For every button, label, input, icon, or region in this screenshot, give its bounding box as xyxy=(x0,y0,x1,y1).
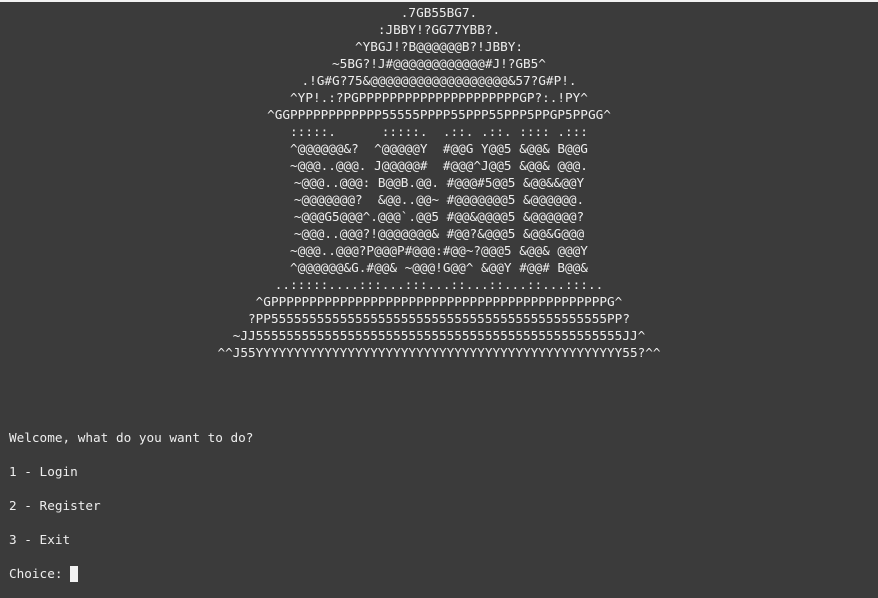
terminal-output[interactable]: .7GB55BG7. :JBBY!?GG77YBB?. ^YBGJ!?B@@@@… xyxy=(0,2,878,598)
ascii-art-line: ~JJ5555555555555555555555555555555555555… xyxy=(232,328,646,343)
ascii-art-line: ~@@@G5@@@^.@@@`.@@5 #@@&@@@@5 &@@@@@@? xyxy=(293,209,585,224)
text-cursor[interactable] xyxy=(70,565,79,582)
ascii-art-line: ^YP!.:?PGPPPPPPPPPPPPPPPPPPPPPGP?:.!PY^ xyxy=(290,90,588,105)
ascii-art-line: ~@@@..@@@: B@@B.@@. #@@@#5@@5 &@@&&@@Y xyxy=(293,175,585,190)
ascii-art-line: .!G#G?75&@@@@@@@@@@@@@@@@@@&57?G#P!. xyxy=(301,73,577,88)
ascii-art-line: ^GPPPPPPPPPPPPPPPPPPPPPPPPPPPPPPPPPPPPPP… xyxy=(255,294,623,309)
ascii-art-line: ^GGPPPPPPPPPPPP55555PPPP55PPP55PPP5PPGP5… xyxy=(267,107,611,122)
terminal-window: .7GB55BG7. :JBBY!?GG77YBB?. ^YBGJ!?B@@@@… xyxy=(0,0,878,598)
ascii-art-line: :::::. :::::. .::. .::. :::: .::: xyxy=(290,124,588,139)
ascii-art-line: :JBBY!?GG77YBB?. xyxy=(377,22,501,37)
choice-input-line[interactable]: Choice: xyxy=(9,565,253,582)
ascii-art-line: ^YBGJ!?B@@@@@@B?!JBBY: xyxy=(354,39,524,54)
main-menu: Welcome, what do you want to do? 1 - Log… xyxy=(9,429,253,582)
ascii-art-logo: .7GB55BG7. :JBBY!?GG77YBB?. ^YBGJ!?B@@@@… xyxy=(0,4,878,361)
ascii-art-line: ~5BG?!J#@@@@@@@@@@@@#J!?GB5^ xyxy=(332,56,546,71)
choice-label: Choice: xyxy=(9,566,71,581)
ascii-art-line: .7GB55BG7. xyxy=(400,5,478,20)
ascii-art-line: ..:::::....:::...:::...::...::...::...::… xyxy=(274,277,604,292)
welcome-prompt: Welcome, what do you want to do? xyxy=(9,430,254,445)
menu-option-exit: 3 - Exit xyxy=(9,532,71,547)
menu-option-register: 2 - Register xyxy=(9,498,101,513)
ascii-art-line: ~@@@@@@@? &@@..@@~ #@@@@@@@5 &@@@@@@. xyxy=(293,192,585,207)
ascii-art-line: ^^J55YYYYYYYYYYYYYYYYYYYYYYYYYYYYYYYYYYY… xyxy=(217,345,661,360)
ascii-art-line: ~@@@..@@@. J@@@@@# #@@@^J@@5 &@@& @@@. xyxy=(290,158,588,173)
menu-option-login: 1 - Login xyxy=(9,464,78,479)
ascii-art-line: ~@@@..@@@?P@@@P#@@@:#@@~?@@@5 &@@& @@@Y xyxy=(290,243,588,258)
ascii-art-line: ?PP5555555555555555555555555555555555555… xyxy=(248,311,630,326)
ascii-art-line: ^@@@@@@&G.#@@& ~@@@!G@@^ &@@Y #@@# B@@& xyxy=(290,260,588,275)
ascii-art-line: ~@@@..@@@?!@@@@@@@& #@@?&@@@5 &@@&G@@@ xyxy=(293,226,585,241)
ascii-art-line: ^@@@@@@&? ^@@@@@Y #@@G Y@@5 &@@& B@@G xyxy=(290,141,588,156)
